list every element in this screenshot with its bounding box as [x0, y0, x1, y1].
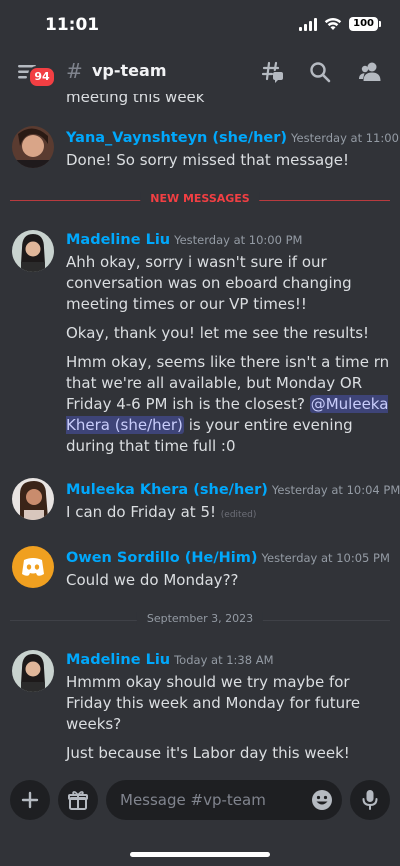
- message-text: Done! So sorry missed that message!: [66, 151, 350, 169]
- channel-name[interactable]: vp-team: [92, 61, 167, 80]
- message: Yana_Vaynshteyn (she/her) Yesterday at 11…: [66, 128, 400, 171]
- plus-icon: [21, 791, 39, 809]
- message-text: Hmmm okay should we try maybe for Friday…: [66, 673, 361, 733]
- avatar[interactable]: [12, 478, 54, 520]
- gift-button[interactable]: [58, 780, 98, 820]
- channel-header: 94 # vp-team: [0, 50, 400, 94]
- battery-icon: 100: [349, 17, 381, 31]
- status-bar: 11:01 100: [0, 0, 400, 50]
- message-input-container[interactable]: [106, 780, 342, 820]
- gift-icon: [68, 791, 88, 810]
- message-author[interactable]: Muleeka Khera (she/her): [66, 482, 268, 498]
- status-icons: 100: [299, 17, 381, 31]
- status-time: 11:01: [45, 15, 100, 35]
- microphone-icon: [362, 790, 378, 810]
- message: Muleeka Khera (she/her) Yesterday at 10:0…: [66, 480, 400, 526]
- message-author[interactable]: Owen Sordillo (He/Him): [66, 550, 258, 566]
- search-icon[interactable]: [308, 60, 332, 84]
- message-text: Could we do Monday??: [66, 571, 239, 589]
- threads-icon[interactable]: [260, 60, 284, 84]
- avatar[interactable]: [12, 546, 54, 588]
- message-text: I can do Friday at 5! (edited): [66, 503, 257, 521]
- message-composer: [0, 780, 400, 824]
- wifi-icon: [324, 17, 342, 30]
- emoji-icon[interactable]: [310, 788, 334, 812]
- message-author[interactable]: Yana_Vaynshteyn (she/her): [66, 130, 287, 146]
- avatar[interactable]: [12, 230, 54, 272]
- message-timestamp: Yesterday at 10:00 PM: [174, 233, 303, 247]
- message: Owen Sordillo (He/Him) Yesterday at 10:05…: [66, 548, 392, 591]
- message-input[interactable]: [120, 780, 290, 820]
- avatar[interactable]: [12, 650, 54, 692]
- message: Madeline Liu Today at 1:38 AM Hmmm okay s…: [66, 650, 392, 764]
- message-author[interactable]: Madeline Liu: [66, 652, 170, 668]
- new-messages-label: NEW MESSAGES: [140, 192, 260, 205]
- message-timestamp: Yesterday at 11:00 AM: [291, 131, 400, 145]
- new-messages-divider: NEW MESSAGES: [10, 192, 390, 205]
- edited-tag: (edited): [220, 510, 257, 520]
- channel-hash-icon: #: [66, 59, 83, 83]
- message-text: Okay, thank you! let me see the results!: [66, 324, 370, 342]
- home-indicator: [130, 852, 270, 857]
- message-text: Hmm okay, seems like there isn't a time …: [66, 353, 390, 455]
- voice-message-button[interactable]: [350, 780, 390, 820]
- message-timestamp: Today at 1:38 AM: [174, 653, 274, 667]
- message: Madeline Liu Yesterday at 10:00 PM Ahh ok…: [66, 230, 392, 457]
- message-list[interactable]: meeting this week Yana_Vaynshteyn (she/h…: [0, 94, 400, 772]
- date-label: September 3, 2023: [136, 612, 264, 625]
- notification-badge: 94: [28, 66, 56, 88]
- message-timestamp: Yesterday at 10:04 PM: [271, 483, 400, 497]
- message-text: Ahh okay, sorry i wasn't sure if our con…: [66, 253, 352, 313]
- message-timestamp: Yesterday at 10:05 PM: [261, 551, 390, 565]
- avatar[interactable]: [12, 126, 54, 168]
- message-text: meeting this week: [66, 94, 205, 106]
- message-author[interactable]: Madeline Liu: [66, 232, 170, 248]
- message-text: Just because it's Labor day this week!: [66, 744, 350, 762]
- date-divider: September 3, 2023: [10, 612, 390, 625]
- add-attachment-button[interactable]: [10, 780, 50, 820]
- members-icon[interactable]: [358, 60, 382, 84]
- cellular-signal-icon: [299, 17, 318, 31]
